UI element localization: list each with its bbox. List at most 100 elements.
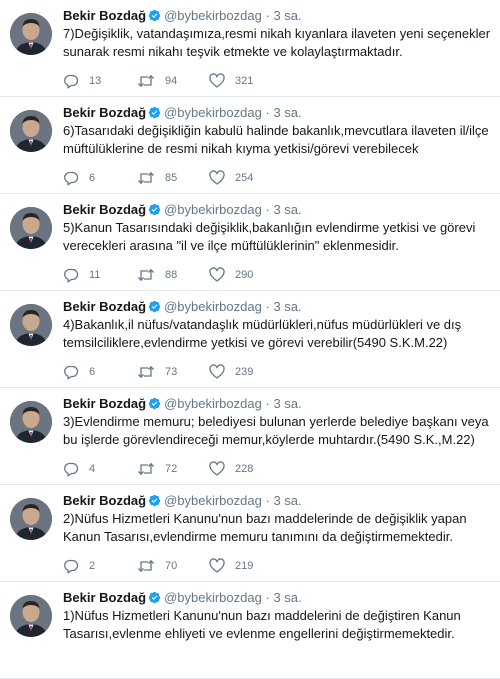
avatar[interactable] (10, 401, 52, 443)
reply-icon (64, 462, 79, 477)
heart-icon (209, 461, 225, 476)
like-count: 228 (235, 463, 254, 475)
author-handle[interactable]: @bybekirbozdag (164, 493, 262, 508)
author-name[interactable]: Bekir Bozdağ (63, 299, 146, 314)
author-handle[interactable]: @bybekirbozdag (164, 299, 262, 314)
reply-button[interactable]: 4 (63, 461, 95, 477)
author-handle[interactable]: @bybekirbozdag (164, 202, 262, 217)
reply-icon (64, 365, 79, 380)
tweet-header: Bekir Bozdağ @bybekirbozdag · 3 sa. (63, 105, 302, 123)
like-button[interactable]: 290 (209, 267, 253, 283)
retweet-count: 73 (165, 366, 178, 378)
tweet-header: Bekir Bozdağ @bybekirbozdag · 3 sa. (63, 590, 302, 608)
tweet-timestamp[interactable]: 3 sa. (273, 396, 301, 411)
tweet[interactable]: Bekir Bozdağ @bybekirbozdag · 3 sa. 5)Kan… (0, 194, 500, 291)
tweet-timestamp[interactable]: 3 sa. (273, 8, 301, 23)
author-name[interactable]: Bekir Bozdağ (63, 202, 146, 217)
tweet-actions: 6 73 239 (63, 364, 363, 380)
retweet-icon (138, 559, 154, 573)
tweet[interactable]: Bekir Bozdağ @bybekirbozdag · 3 sa. 2)Nüf… (0, 485, 500, 582)
reply-count: 6 (89, 172, 96, 184)
avatar[interactable] (10, 498, 52, 540)
author-handle[interactable]: @bybekirbozdag (164, 8, 262, 23)
retweet-button[interactable]: 85 (137, 170, 177, 186)
reply-count: 13 (89, 75, 102, 87)
reply-button[interactable]: 6 (63, 170, 95, 186)
like-button[interactable]: 228 (209, 461, 253, 477)
like-count: 219 (235, 560, 254, 572)
verified-badge-icon (148, 300, 161, 317)
verified-badge-icon (148, 9, 161, 26)
avatar[interactable] (10, 207, 52, 249)
separator-dot: · (265, 8, 270, 23)
tweet[interactable]: Bekir Bozdağ @bybekirbozdag · 3 sa. 7)Değ… (0, 0, 500, 97)
retweet-button[interactable]: 94 (137, 73, 177, 89)
reply-button[interactable]: 13 (63, 73, 101, 89)
tweet-actions: 4 72 228 (63, 461, 363, 477)
heart-icon (209, 170, 225, 185)
tweet-timestamp[interactable]: 3 sa. (273, 299, 301, 314)
tweet-timestamp[interactable]: 3 sa. (273, 105, 301, 120)
retweet-icon (138, 462, 154, 476)
reply-button[interactable]: 6 (63, 364, 95, 380)
tweet[interactable]: Bekir Bozdağ @bybekirbozdag · 3 sa. 4)Bak… (0, 291, 500, 388)
tweet-timestamp[interactable]: 3 sa. (273, 202, 301, 217)
reply-count: 4 (89, 463, 96, 475)
like-count: 290 (235, 269, 254, 281)
separator-dot: · (265, 105, 270, 120)
reply-count: 11 (89, 269, 101, 281)
tweet-header: Bekir Bozdağ @bybekirbozdag · 3 sa. (63, 299, 302, 317)
author-name[interactable]: Bekir Bozdağ (63, 105, 146, 120)
avatar[interactable] (10, 595, 52, 637)
author-name[interactable]: Bekir Bozdağ (63, 396, 146, 411)
reply-count: 2 (89, 560, 96, 572)
tweet-timestamp[interactable]: 3 sa. (273, 493, 301, 508)
retweet-button[interactable]: 70 (137, 558, 177, 574)
tweet[interactable]: Bekir Bozdağ @bybekirbozdag · 3 sa. 6)Tas… (0, 97, 500, 194)
tweet[interactable]: Bekir Bozdağ @bybekirbozdag · 3 sa. 1)Nüf… (0, 582, 500, 679)
separator-dot: · (265, 299, 270, 314)
tweet-text: 2)Nüfus Hizmetleri Kanunu'nun bazı madde… (63, 511, 467, 544)
tweet-header: Bekir Bozdağ @bybekirbozdag · 3 sa. (63, 202, 302, 220)
tweet-text: 1)Nüfus Hizmetleri Kanunu'nun bazı madde… (63, 608, 461, 641)
like-count: 239 (235, 366, 254, 378)
verified-badge-icon (148, 203, 161, 220)
avatar[interactable] (10, 304, 52, 346)
reply-count: 6 (89, 366, 96, 378)
tweet-timestamp[interactable]: 3 sa. (273, 590, 301, 605)
like-button[interactable]: 219 (209, 558, 253, 574)
retweet-icon (138, 365, 154, 379)
reply-icon (64, 171, 79, 186)
like-button[interactable]: 254 (209, 170, 253, 186)
like-count: 321 (235, 75, 254, 87)
tweet-actions: 2 70 219 (63, 558, 363, 574)
like-button[interactable]: 239 (209, 364, 253, 380)
author-handle[interactable]: @bybekirbozdag (164, 590, 262, 605)
retweet-button[interactable]: 73 (137, 364, 177, 380)
retweet-button[interactable]: 88 (137, 267, 177, 283)
author-name[interactable]: Bekir Bozdağ (63, 590, 146, 605)
reply-button[interactable]: 11 (63, 267, 100, 283)
author-handle[interactable]: @bybekirbozdag (164, 105, 262, 120)
avatar[interactable] (10, 13, 52, 55)
heart-icon (209, 558, 225, 573)
avatar[interactable] (10, 110, 52, 152)
verified-badge-icon (148, 106, 161, 123)
author-handle[interactable]: @bybekirbozdag (164, 396, 262, 411)
retweet-count: 85 (165, 172, 178, 184)
retweet-icon (138, 171, 154, 185)
tweet-header: Bekir Bozdağ @bybekirbozdag · 3 sa. (63, 493, 302, 511)
like-button[interactable]: 321 (209, 73, 253, 89)
author-name[interactable]: Bekir Bozdağ (63, 493, 146, 508)
reply-button[interactable]: 2 (63, 558, 95, 574)
reply-icon (64, 559, 79, 574)
retweet-button[interactable]: 72 (137, 461, 177, 477)
retweet-icon (138, 74, 154, 88)
verified-badge-icon (148, 494, 161, 511)
tweet[interactable]: Bekir Bozdağ @bybekirbozdag · 3 sa. 3)Evl… (0, 388, 500, 485)
retweet-count: 88 (165, 269, 178, 281)
tweet-header: Bekir Bozdağ @bybekirbozdag · 3 sa. (63, 396, 302, 414)
heart-icon (209, 364, 225, 379)
heart-icon (209, 73, 225, 88)
author-name[interactable]: Bekir Bozdağ (63, 8, 146, 23)
